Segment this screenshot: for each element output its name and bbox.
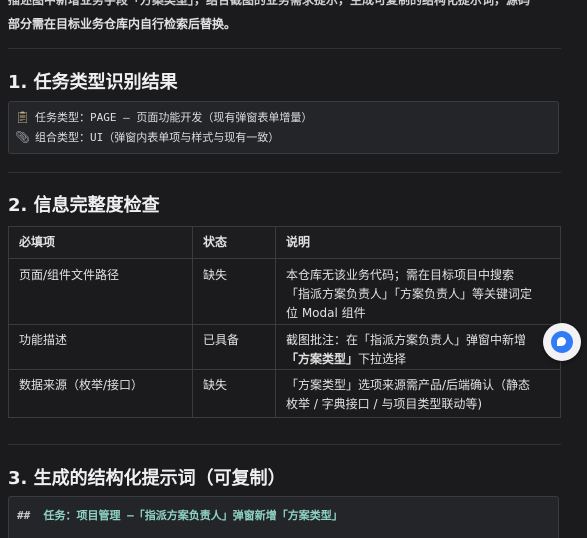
- task-type-box: 📋︎ 任务类型：PAGE — 页面功能开发（现有弹窗表单增量） 📎︎ 组合类型：…: [8, 101, 559, 154]
- desc-line: 枚举 / 字典接口 / 与项目类型联动等): [286, 397, 483, 411]
- task-type-line: 📋︎ 任务类型：PAGE — 页面功能开发（现有弹窗表单增量）: [15, 109, 312, 125]
- code-line: ## 任务：项目管理 —「指派方案负责人」弹窗新增「方案类型」: [17, 507, 343, 523]
- table-header-row: 必填项 状态 说明: [8, 226, 561, 259]
- section-title-task-type: 1. 任务类型识别结果: [8, 72, 178, 93]
- desc-line: 截图批注：在「指派方案负责人」弹窗中新增: [286, 333, 527, 347]
- chat-response-panel: 描述图中新增业务字段「方案类型」，结合截图的业务需求提示，生成可复制的结构化提示…: [0, 0, 587, 538]
- floating-assistant-button[interactable]: [543, 323, 581, 361]
- combo-type-line: 📎︎ 组合类型：UI（弹窗内表单项与样式与现有一致）: [15, 129, 279, 145]
- cell-status: 缺失: [192, 258, 276, 325]
- cell-description: 截图批注：在「指派方案负责人」弹窗中新增 「方案类型」下拉选择: [275, 324, 561, 370]
- task-type-text: 任务类型：PAGE — 页面功能开发（现有弹窗表单增量）: [35, 111, 313, 124]
- cell-item: 数据来源（枚举/接口）: [8, 369, 193, 418]
- intro-text: 部分需在目标业务仓库内自行检索后替换。: [8, 17, 237, 31]
- header-required-item: 必填项: [8, 226, 193, 259]
- cell-description: 本仓库无该业务代码；需在目标项目中搜索 「指派方案负责人」「方案负责人」等关键词…: [275, 258, 561, 325]
- clipboard-icon: 📋︎: [15, 110, 31, 124]
- cell-item: 页面/组件文件路径: [8, 258, 193, 325]
- cell-status: 缺失: [192, 369, 276, 418]
- table-row: 功能描述 已具备 截图批注：在「指派方案负责人」弹窗中新增 「方案类型」下拉选择: [8, 324, 561, 370]
- assistant-chat-icon: [551, 331, 573, 353]
- cell-item: 功能描述: [8, 324, 193, 370]
- cell-status: 已具备: [192, 324, 276, 370]
- table-row: 数据来源（枚举/接口） 缺失 「方案类型」选项来源需产品/后端确认（静态 枚举 …: [8, 369, 561, 418]
- cut-off-text: 描述图中新增业务字段「方案类型」，结合截图的业务需求提示，生成可复制的结构化提示…: [8, 0, 531, 7]
- desc-line: 「方案类型」下拉选择: [286, 350, 550, 369]
- table-row: 页面/组件文件路径 缺失 本仓库无该业务代码；需在目标项目中搜索 「指派方案负责…: [8, 258, 561, 325]
- desc-bold-text: 「方案类型」: [286, 352, 359, 366]
- combo-type-text: 组合类型：UI（弹窗内表单项与样式与现有一致）: [35, 131, 280, 144]
- desc-line: 「指派方案负责人」「方案负责人」等关键词定: [286, 287, 533, 301]
- heading-marker: ##: [17, 509, 31, 522]
- completeness-table: 必填项 状态 说明 页面/组件文件路径 缺失 本仓库无该业务代码；需在目标项目中…: [8, 226, 561, 418]
- code-text: 任务：项目管理 —「指派方案负责人」弹窗新增「方案类型」: [43, 509, 343, 522]
- prompt-code-block[interactable]: ## 任务：项目管理 —「指派方案负责人」弹窗新增「方案类型」: [8, 496, 559, 538]
- section-title-completeness: 2. 信息完整度检查: [8, 195, 160, 216]
- cell-description: 「方案类型」选项来源需产品/后端确认（静态 枚举 / 字典接口 / 与项目类型联…: [275, 369, 561, 418]
- desc-line: 本仓库无该业务代码；需在目标项目中搜索: [286, 268, 515, 282]
- paperclip-icon: 📎︎: [15, 130, 31, 144]
- divider: [8, 48, 561, 49]
- section-title-prompt: 3. 生成的结构化提示词（可复制）: [8, 468, 286, 489]
- desc-line: 「方案类型」选项来源需产品/后端确认（静态: [286, 378, 531, 392]
- desc-text: 下拉选择: [358, 352, 407, 366]
- header-description: 说明: [275, 226, 561, 259]
- divider: [8, 444, 561, 445]
- desc-line: 位 Modal 组件: [286, 306, 366, 320]
- divider: [8, 172, 561, 173]
- header-status: 状态: [192, 226, 276, 259]
